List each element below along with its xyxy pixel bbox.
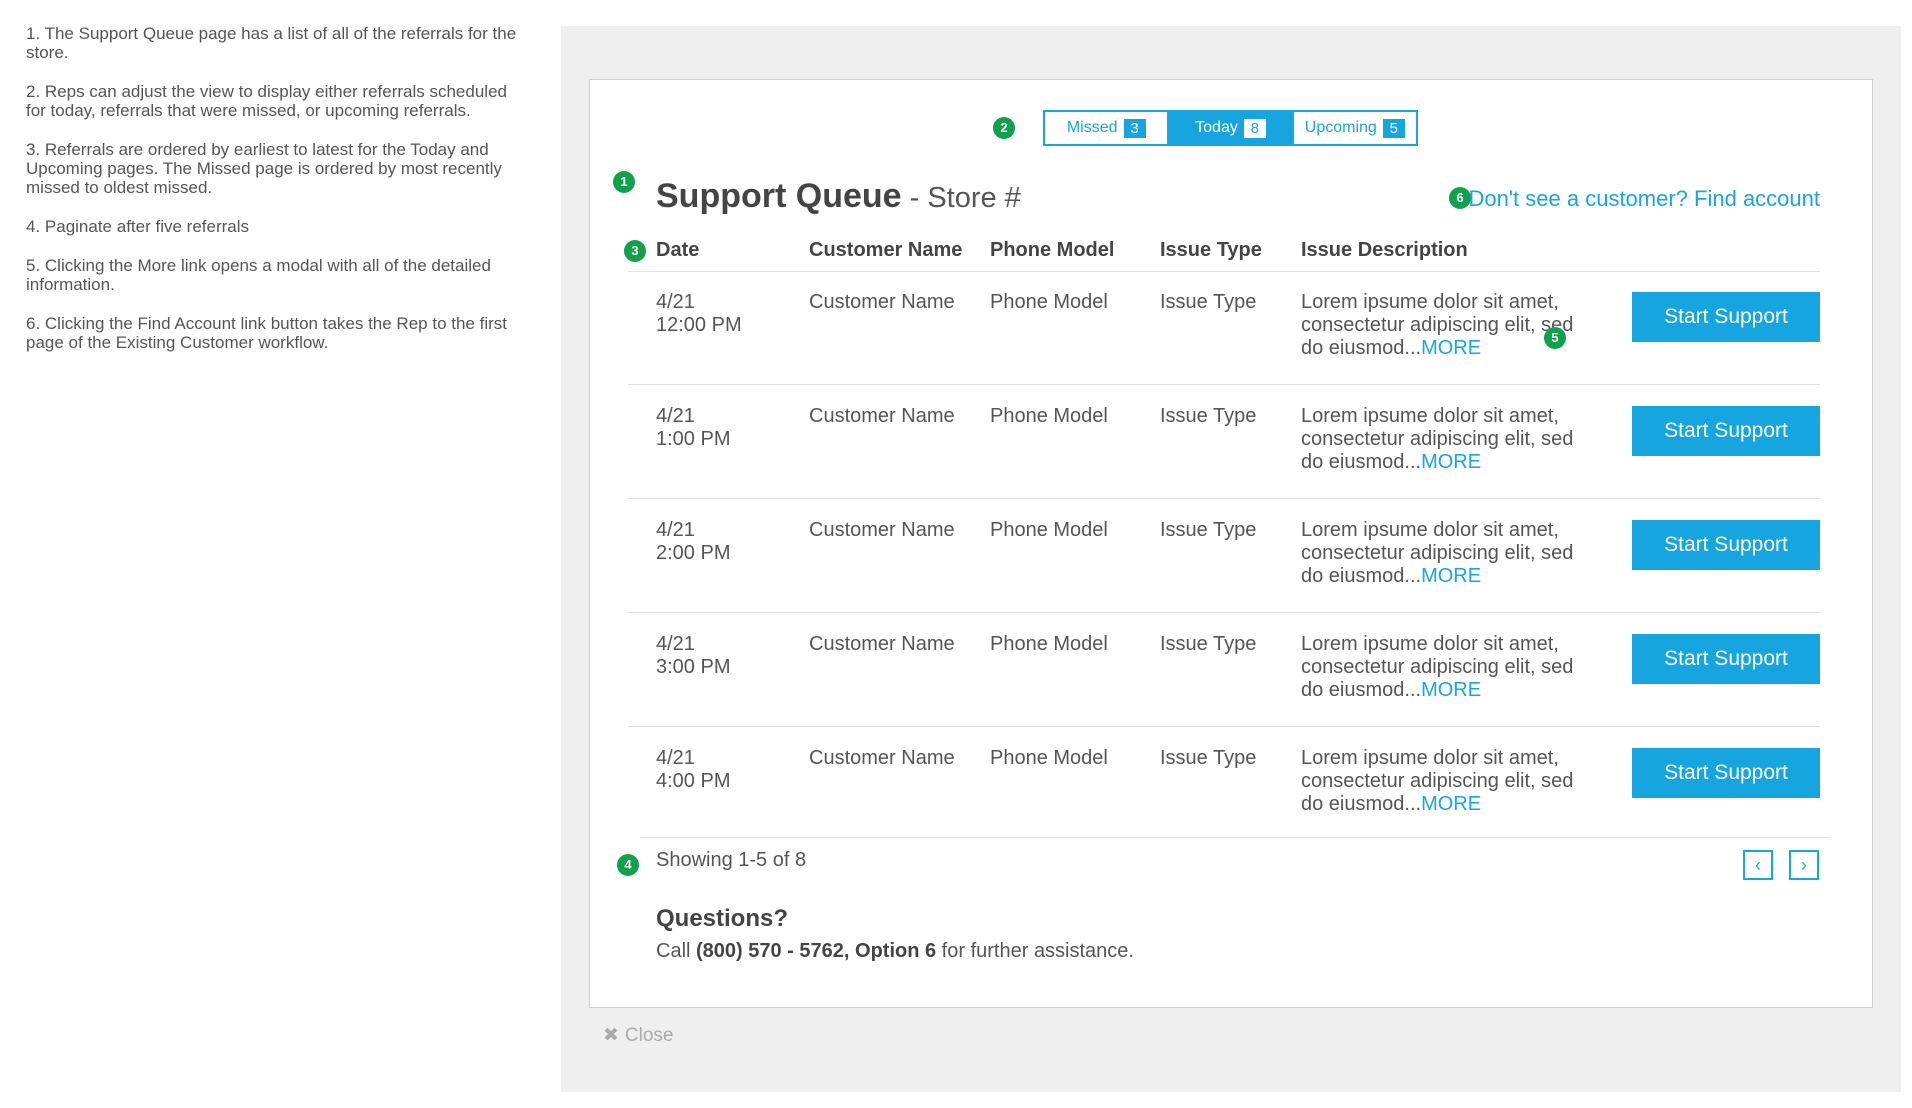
table-row: 4/21 2:00 PM Customer Name Phone Model Is… [628,499,1820,613]
table-header: Date Customer Name Phone Model Issue Typ… [628,235,1820,272]
table-row: 4/21 4:00 PM Customer Name Phone Model Is… [628,727,1820,840]
column-header-phone-model: Phone Model [990,239,1115,261]
date-cell: 4/21 12:00 PM [656,291,786,337]
annotation-badge-1: 1 [613,171,635,193]
phone-model-cell: Phone Model [990,291,1108,313]
more-link[interactable]: MORE [1421,793,1481,815]
pagination-status: Showing 1-5 of 8 [656,849,807,871]
issue-description-cell: Lorem ipsume dolor sit amet, consectetur… [1301,519,1586,588]
start-support-button[interactable]: Start Support [1632,748,1820,798]
phone-model-cell: Phone Model [990,747,1108,769]
annotation-badge-5: 5 [1544,327,1566,349]
page-title-main: Support Queue [656,177,902,215]
tab-label: Missed [1066,119,1118,136]
page-title-store: - Store # [901,182,1021,214]
tab-upcoming[interactable]: Upcoming 5 [1291,112,1416,144]
issue-type-cell: Issue Type [1160,633,1257,655]
time: 12:00 PM [656,314,742,336]
phone-model-cell: Phone Model [990,405,1108,427]
close-label: Close [624,1025,674,1046]
date-cell: 4/21 3:00 PM [656,633,786,679]
date: 4/21 [656,405,695,427]
column-header-issue-description: Issue Description [1301,239,1468,261]
note-5: 5. Clicking the More link opens a modal … [26,256,491,294]
customer-name-cell: Customer Name [809,747,955,769]
time: 4:00 PM [656,770,731,792]
divider [640,837,1830,838]
note-6: 6. Clicking the Find Account link button… [26,314,507,352]
customer-name-cell: Customer Name [809,291,955,313]
column-header-customer-name: Customer Name [809,239,963,261]
phone-model-cell: Phone Model [990,519,1108,541]
close-icon: ✖ [603,1025,619,1046]
table-row: 4/21 1:00 PM Customer Name Phone Model Is… [628,385,1820,499]
annotation-badge-4: 4 [617,854,639,876]
more-link[interactable]: MORE [1421,337,1481,359]
issue-description-cell: Lorem ipsume dolor sit amet, consectetur… [1301,405,1586,474]
issue-description-cell: Lorem ipsume dolor sit amet, consectetur… [1301,747,1586,816]
issue-type-cell: Issue Type [1160,747,1257,769]
annotation-badge-2: 2 [993,117,1015,139]
start-support-button[interactable]: Start Support [1632,292,1820,342]
next-page-button[interactable]: › [1789,850,1819,880]
view-tabs: Missed 3 Today 8 Upcoming 5 [1043,110,1418,146]
customer-name-cell: Customer Name [809,633,955,655]
issue-type-cell: Issue Type [1160,291,1257,313]
column-header-issue-type: Issue Type [1160,239,1262,261]
note-4: 4. Paginate after five referrals [26,217,250,236]
date: 4/21 [656,633,695,655]
time: 1:00 PM [656,428,731,450]
issue-type-cell: Issue Type [1160,405,1257,427]
find-account-link[interactable]: Don't see a customer? Find account [1469,186,1821,212]
start-support-button[interactable]: Start Support [1632,520,1820,570]
more-link[interactable]: MORE [1421,679,1481,701]
tab-missed[interactable]: Missed 3 [1045,112,1168,144]
support-phone: (800) 570 - 5762, Option 6 [696,940,937,962]
column-header-date: Date [656,239,700,261]
issue-description-cell: Lorem ipsume dolor sit amet, consectetur… [1301,291,1586,360]
table-row: 4/21 3:00 PM Customer Name Phone Model Is… [628,613,1820,727]
issue-description-cell: Lorem ipsume dolor sit amet, consectetur… [1301,633,1586,702]
date-cell: 4/21 1:00 PM [656,405,786,451]
support-queue-modal: 2 Missed 3 Today 8 Upcoming 5 1 Support … [589,79,1873,1008]
time: 3:00 PM [656,656,731,678]
support-contact: Call (800) 570 - 5762, Option 6 for furt… [656,940,1134,963]
table-row: 4/21 12:00 PM Customer Name Phone Model I… [628,271,1820,385]
customer-name-cell: Customer Name [809,519,955,541]
tab-count: 8 [1243,118,1266,138]
start-support-button[interactable]: Start Support [1632,406,1820,456]
tab-count: 5 [1382,118,1405,138]
more-link[interactable]: MORE [1421,451,1481,473]
note-2: 2. Reps can adjust the view to display e… [26,82,507,120]
note-3: 3. Referrals are ordered by earliest to … [26,140,502,197]
contact-prefix: Call [656,940,697,962]
date: 4/21 [656,747,695,769]
time: 2:00 PM [656,542,731,564]
note-1: 1. The Support Queue page has a list of … [26,24,517,62]
questions-heading: Questions? [656,905,789,932]
date: 4/21 [656,519,695,541]
more-link[interactable]: MORE [1421,565,1481,587]
tab-count: 3 [1123,118,1146,138]
referral-list: 4/21 12:00 PM Customer Name Phone Model I… [628,271,1820,840]
contact-suffix: for further assistance. [936,940,1134,962]
previous-page-button[interactable]: ‹ [1743,850,1773,880]
date-cell: 4/21 2:00 PM [656,519,786,565]
customer-name-cell: Customer Name [809,405,955,427]
tab-today[interactable]: Today 8 [1167,112,1292,144]
date: 4/21 [656,291,695,313]
start-support-button[interactable]: Start Support [1632,634,1820,684]
phone-model-cell: Phone Model [990,633,1108,655]
page-title: Support Queue - Store # [656,177,1021,216]
annotation-notes: 1. The Support Queue page has a list of … [26,24,531,372]
date-cell: 4/21 4:00 PM [656,747,786,793]
tab-label: Upcoming [1304,119,1377,136]
close-button[interactable]: ✖ Close [603,1024,674,1047]
tab-label: Today [1195,119,1238,136]
issue-type-cell: Issue Type [1160,519,1257,541]
